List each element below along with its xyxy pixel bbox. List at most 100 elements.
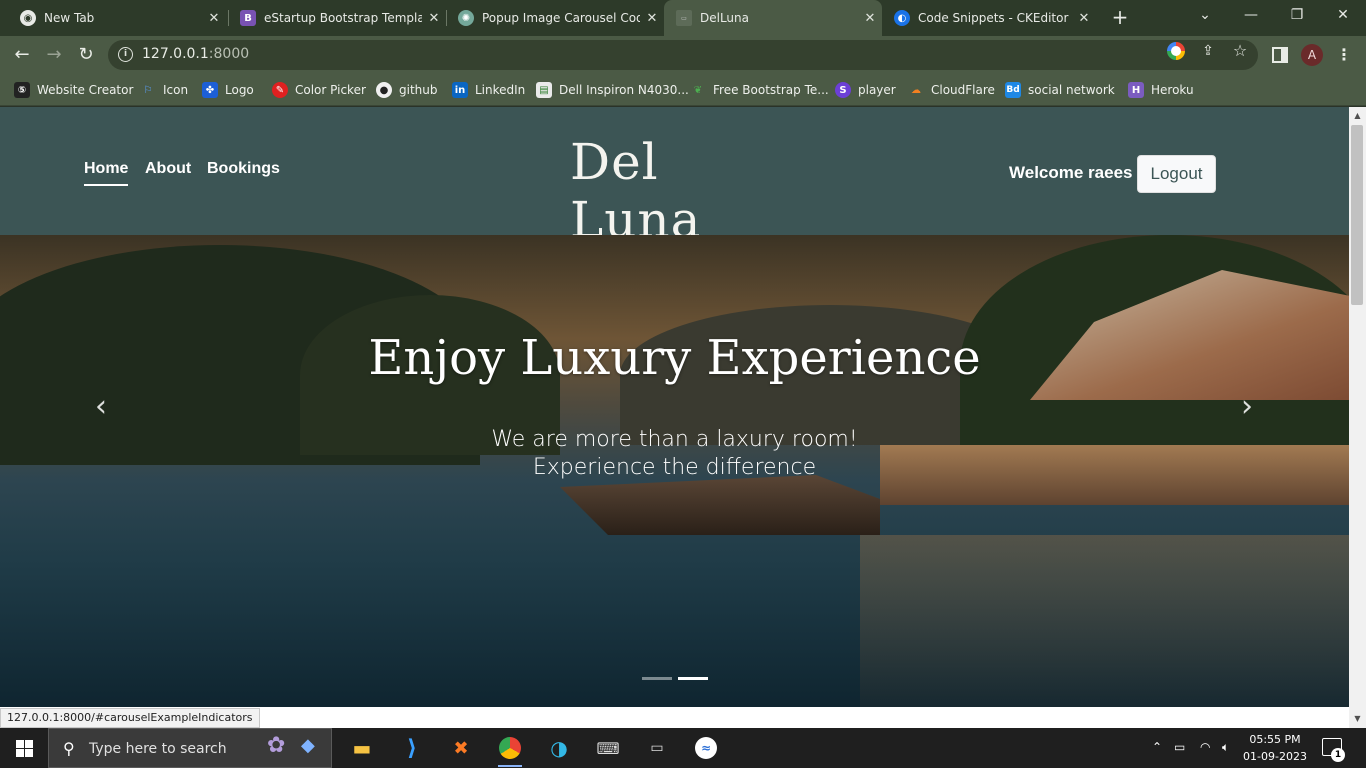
- xampp-icon[interactable]: ✖: [445, 732, 477, 764]
- close-window-button[interactable]: ✕: [1320, 0, 1366, 32]
- cloudflare-icon: ☁: [911, 84, 921, 96]
- bootstrap-icon: B: [240, 10, 256, 26]
- bookmark-github[interactable]: ● github: [376, 82, 437, 98]
- bookmark-player[interactable]: Splayer: [835, 82, 896, 98]
- chrome-taskbar-icon[interactable]: [494, 732, 526, 767]
- site-info-icon[interactable]: i: [118, 47, 133, 62]
- carousel-indicator-active[interactable]: [678, 677, 708, 680]
- bookmark-label: Dell Inspiron N4030...: [559, 83, 689, 97]
- carousel-indicator[interactable]: [642, 677, 672, 680]
- tab-title: New Tab: [44, 11, 95, 25]
- tab-title: Popup Image Carousel Code: [482, 11, 640, 25]
- bookmark-label: CloudFlare: [931, 83, 995, 97]
- google-icon[interactable]: [1167, 42, 1185, 60]
- bookmark-star-icon[interactable]: ☆: [1231, 42, 1249, 60]
- address-bar[interactable]: i 127.0.0.1:8000: [108, 40, 1258, 70]
- tab-estartup[interactable]: B eStartup Bootstrap Template ✕: [228, 0, 446, 36]
- tab-title: eStartup Bootstrap Template: [264, 11, 422, 25]
- url-host: 127.0.0.1: [142, 46, 209, 62]
- clock-date: 01-09-2023: [1243, 750, 1307, 763]
- profile-avatar[interactable]: A: [1301, 44, 1323, 66]
- windows-start-button[interactable]: [0, 728, 48, 768]
- close-icon[interactable]: ✕: [858, 11, 882, 26]
- taskbar-search-box[interactable]: ⚲ Type here to search ✿ ◆: [48, 728, 332, 768]
- github-icon: ●: [376, 82, 392, 98]
- bookmark-cloudflare[interactable]: ☁ CloudFlare: [908, 82, 995, 98]
- terminal-app-icon[interactable]: ⌨: [592, 732, 624, 764]
- restore-button[interactable]: ❐: [1274, 0, 1320, 32]
- carousel-prev-button[interactable]: ‹: [86, 390, 116, 426]
- bookmark-heroku[interactable]: H Heroku: [1128, 82, 1194, 98]
- web-page: Home About Bookings Del Luna Welcome rae…: [0, 107, 1349, 707]
- subtitle-line-2: Experience the difference: [532, 455, 817, 480]
- network-app-icon[interactable]: ≈: [690, 732, 722, 764]
- tab-delluna[interactable]: ▭ DelLuna ✕: [664, 0, 882, 36]
- water-reflection: [860, 535, 1349, 707]
- nav-bookings[interactable]: Bookings: [207, 160, 280, 178]
- bootstrap-theme-icon: ❦: [693, 84, 703, 96]
- nav-home[interactable]: Home: [84, 160, 129, 186]
- bookmark-label: github: [399, 83, 438, 97]
- search-highlight-gem-icon: ◆: [301, 735, 315, 756]
- nav-about[interactable]: About: [145, 160, 191, 178]
- scroll-down-arrow-icon[interactable]: ▼: [1349, 712, 1366, 726]
- bookmark-dell[interactable]: ▤ Dell Inspiron N4030...: [536, 82, 689, 98]
- tab-popup-carousel[interactable]: ✺ Popup Image Carousel Code ✕: [446, 0, 664, 36]
- bookmark-icon[interactable]: ⚐ Icon: [140, 82, 189, 98]
- file-explorer-icon[interactable]: ▬: [346, 732, 378, 764]
- side-panel-icon[interactable]: [1272, 47, 1288, 63]
- search-placeholder: Type here to search: [89, 741, 227, 757]
- browser-tab-strip: ◉ New Tab ✕ B eStartup Bootstrap Templat…: [0, 0, 1366, 36]
- tab-title: DelLuna: [700, 11, 749, 25]
- new-tab-button[interactable]: +: [1108, 6, 1132, 30]
- back-arrow-icon[interactable]: ←: [10, 43, 34, 67]
- hero-carousel: Enjoy Luxury Experience We are more than…: [0, 235, 1349, 707]
- bookmark-social-network[interactable]: Bd social network: [1005, 82, 1115, 98]
- reload-icon[interactable]: ↻: [74, 43, 98, 67]
- brand-logo-text[interactable]: Del Luna: [570, 133, 790, 249]
- close-icon[interactable]: ✕: [640, 11, 664, 26]
- website-creator-icon: ⑤: [14, 82, 30, 98]
- tab-new-tab[interactable]: ◉ New Tab ✕: [8, 0, 226, 36]
- url-port: :8000: [208, 46, 250, 62]
- welcome-text: Welcome raees: [1009, 163, 1133, 182]
- bookmark-logo[interactable]: ✤ Logo: [202, 82, 254, 98]
- edge-icon[interactable]: ◑: [543, 732, 575, 764]
- close-icon[interactable]: ✕: [422, 11, 446, 26]
- close-icon[interactable]: ✕: [202, 11, 226, 26]
- chrome-icon: ◉: [20, 10, 36, 26]
- bookmark-color-picker[interactable]: ✎ Color Picker: [272, 82, 366, 98]
- scroll-up-arrow-icon[interactable]: ▲: [1349, 109, 1366, 123]
- bookmarks-bar: ⑤ Website Creator ⚐ Icon ✤ Logo ✎ Color Pick…: [0, 74, 1366, 106]
- scrollbar-thumb[interactable]: [1351, 125, 1363, 305]
- bookmark-label: Icon: [163, 83, 189, 97]
- tab-search-chevron-icon[interactable]: ⌄: [1182, 0, 1228, 32]
- close-icon[interactable]: ✕: [1072, 11, 1096, 26]
- battery-icon[interactable]: ▭: [1174, 740, 1185, 754]
- player-icon: S: [835, 82, 851, 98]
- minimize-button[interactable]: —: [1228, 0, 1274, 32]
- carousel-caption-subtitle: We are more than a laxury room! Experien…: [0, 426, 1349, 482]
- bookmark-label: Color Picker: [295, 83, 366, 97]
- bookmark-linkedin[interactable]: in LinkedIn: [452, 82, 525, 98]
- bookmark-free-bootstrap[interactable]: ❦ Free Bootstrap Te...: [690, 82, 829, 98]
- tab-ckeditor[interactable]: ◐ Code Snippets - CKEditor 4 D ✕: [882, 0, 1096, 36]
- share-icon[interactable]: ⇪: [1199, 42, 1217, 60]
- menu-kebab-icon[interactable]: ⋮: [1334, 44, 1354, 66]
- tray-chevron-up-icon[interactable]: ⌃: [1152, 740, 1162, 754]
- bookmark-website-creator[interactable]: ⑤ Website Creator: [14, 82, 133, 98]
- linkedin-icon: in: [452, 82, 468, 98]
- vscode-icon[interactable]: ⟩: [396, 732, 428, 764]
- page-scrollbar[interactable]: ▲ ▼: [1349, 107, 1366, 728]
- site-favicon: ▭: [676, 10, 692, 26]
- forward-arrow-icon[interactable]: →: [42, 43, 66, 67]
- carousel-next-button[interactable]: ›: [1232, 390, 1262, 426]
- system-clock[interactable]: 05:55 PM 01-09-2023: [1240, 731, 1310, 765]
- color-picker-icon: ✎: [272, 82, 288, 98]
- bd-icon: Bd: [1005, 82, 1021, 98]
- volume-icon[interactable]: 🔈︎: [1222, 740, 1229, 755]
- chrome-logo-icon: [499, 737, 521, 759]
- command-prompt-icon[interactable]: ▭: [641, 732, 673, 764]
- logout-button[interactable]: Logout: [1137, 155, 1216, 193]
- wifi-icon[interactable]: ◠: [1200, 740, 1210, 754]
